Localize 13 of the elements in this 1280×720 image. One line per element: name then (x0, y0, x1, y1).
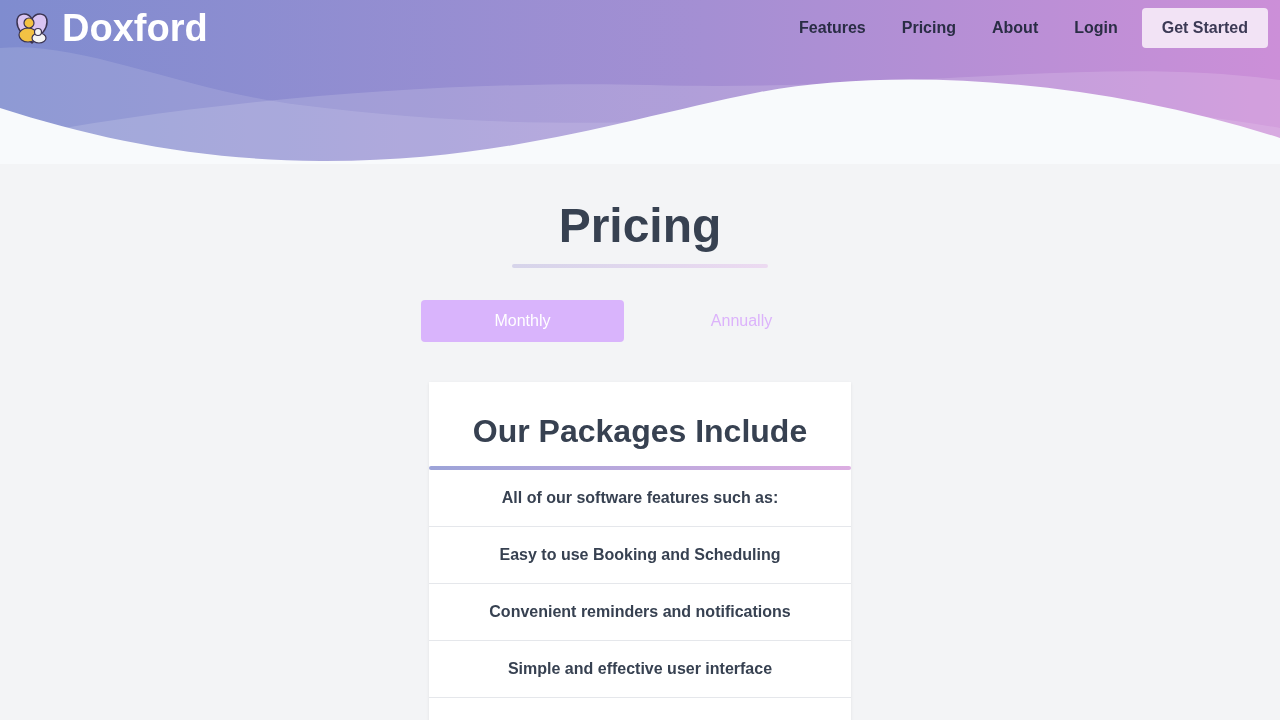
feature-text: Simple and effective user interface (507, 660, 773, 678)
dog-and-cat-logo-icon (14, 11, 50, 45)
feature-text: Convenient reminders and notifications (489, 603, 791, 621)
nav-link[interactable]: Login (1056, 9, 1136, 47)
card-title: Our Packages Include (471, 412, 809, 451)
nav-link[interactable]: Pricing (883, 9, 974, 47)
feature-text: Easy to use Booking and Scheduling (499, 546, 781, 564)
get-started-button[interactable]: Get Started (1141, 8, 1268, 48)
brand-name: Doxford (62, 8, 208, 48)
page-title: Pricing (558, 198, 722, 254)
feature-text: All of our software features such as: (501, 489, 779, 507)
nav-link[interactable]: Features (781, 9, 884, 47)
nav-link[interactable]: About (974, 9, 1057, 47)
